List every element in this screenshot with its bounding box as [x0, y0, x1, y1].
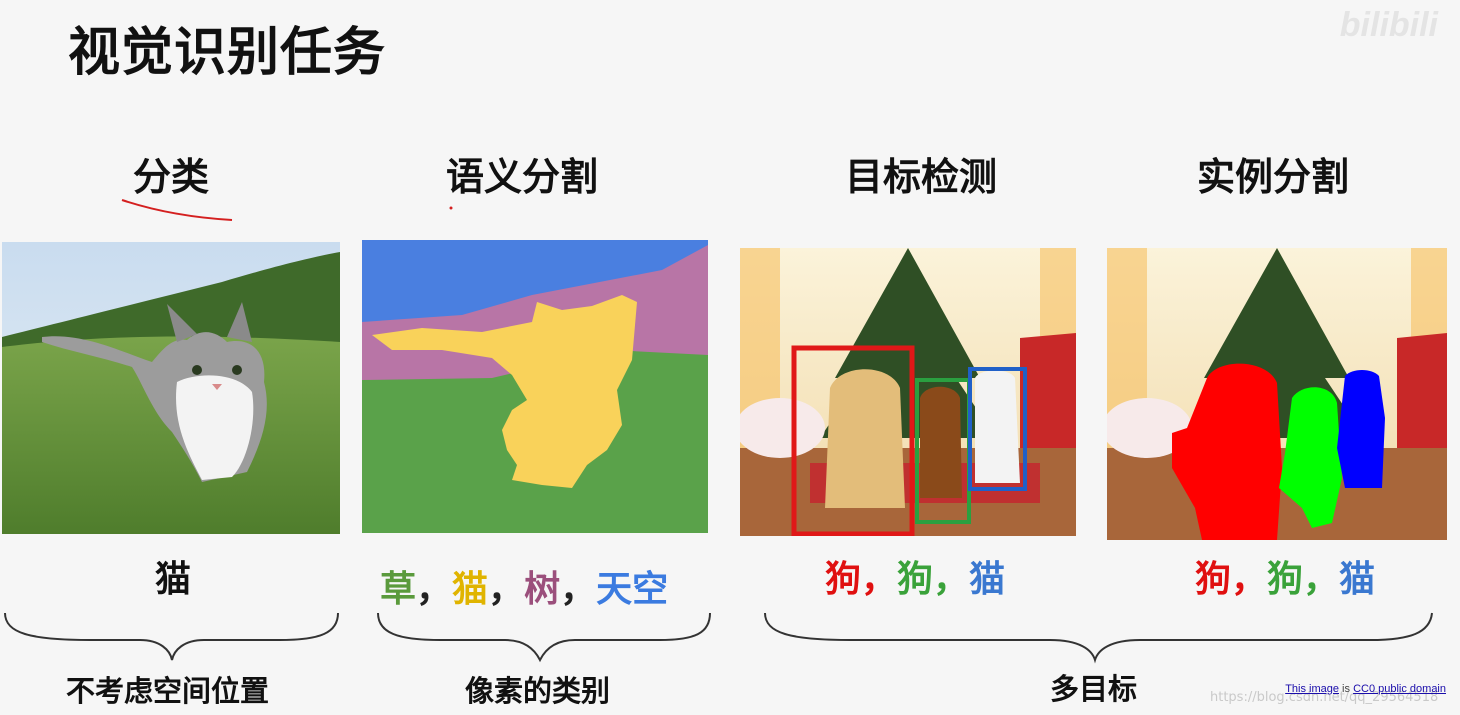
mask-cat: [1337, 370, 1385, 488]
bbox-dog-1: [791, 345, 915, 536]
caption-part: ，: [488, 569, 525, 610]
task-semantic-segmentation-heading: 语义分割: [446, 155, 599, 199]
caption-part: ，: [560, 569, 597, 610]
caption-part: 天空: [596, 569, 669, 610]
bilibili-logo: bilibili: [1339, 6, 1438, 44]
caption-part: 狗: [1267, 559, 1304, 600]
brace-semantic: [377, 612, 711, 663]
caption-classification: 猫: [155, 559, 192, 600]
caption-part: 猫: [1339, 559, 1376, 600]
caption-part: ，: [861, 559, 898, 600]
annotation-dot: [449, 206, 453, 210]
caption-part: 猫: [969, 559, 1006, 600]
kitten-photo: [2, 242, 340, 534]
label-pixel-category: 像素的类别: [465, 674, 611, 708]
mask-dog-2: [1279, 387, 1342, 528]
caption-part: 狗: [897, 559, 934, 600]
label-no-spatial-position: 不考虑空间位置: [66, 674, 270, 708]
caption-part: ，: [1231, 559, 1268, 600]
bbox-dog-2: [915, 378, 971, 524]
credit-link[interactable]: This image: [1285, 683, 1339, 695]
slide-title: 视觉识别任务: [68, 23, 387, 83]
brace-multi-object: [764, 612, 1433, 664]
credit-is: is: [1342, 683, 1350, 695]
caption-part: ，: [933, 559, 970, 600]
semantic-segmentation-map: [362, 240, 708, 533]
caption-part: 狗: [1195, 559, 1232, 600]
credit-license-link[interactable]: CC0 public domain: [1353, 683, 1446, 695]
caption-part: ，: [1303, 559, 1340, 600]
caption-detection: 狗，狗，猫: [825, 550, 1005, 602]
group-braces: [4, 612, 1433, 664]
caption-part: 狗: [825, 559, 862, 600]
caption-part: 猫: [452, 569, 489, 610]
instance-masks: [1172, 363, 1385, 540]
brace-classification: [4, 612, 339, 661]
caption-part: 树: [524, 569, 561, 610]
caption-part: ，: [416, 569, 453, 610]
instance-segmentation-photo: [1107, 248, 1447, 540]
segmentation-regions: [362, 240, 708, 533]
caption-part: 草: [380, 569, 417, 610]
caption-instance: 狗，狗，猫: [1195, 550, 1375, 602]
mask-dog-1: [1172, 363, 1282, 540]
detection-photo: [740, 248, 1076, 536]
annotation-underline: [121, 199, 233, 221]
bbox-cat: [968, 367, 1027, 491]
task-instance-segmentation-heading: 实例分割: [1197, 155, 1350, 199]
label-multi-object: 多目标: [1050, 672, 1138, 706]
image-credit: This image is CC0 public domain: [1285, 683, 1446, 695]
detection-boxes: [791, 345, 1027, 536]
task-object-detection-heading: 目标检测: [845, 155, 998, 199]
